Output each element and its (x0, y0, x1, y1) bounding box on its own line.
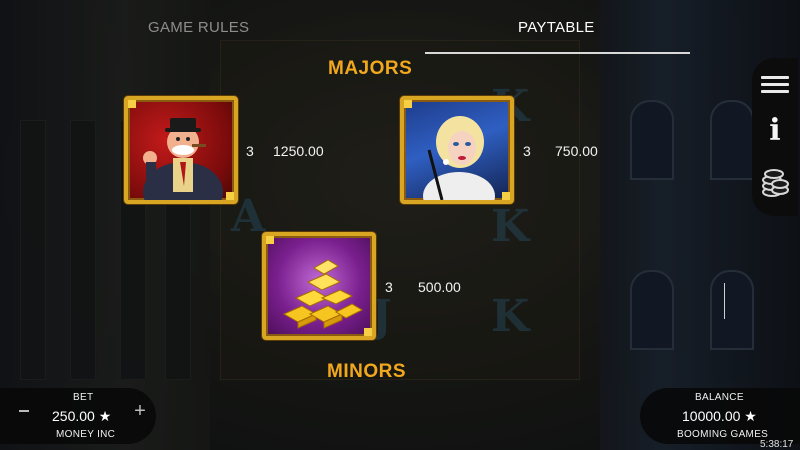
tab-paytable[interactable]: PAYTABLE (518, 19, 595, 36)
paytable-coins-button[interactable] (752, 162, 798, 202)
gold-bars-symbol (262, 232, 376, 340)
boss-pay-count: 3 (246, 143, 254, 159)
tab-game-rules[interactable]: GAME RULES (148, 19, 249, 36)
boss-character-icon (143, 118, 223, 200)
gold-bars-icon (282, 259, 364, 329)
bet-value: 250.00 ★ (52, 408, 112, 424)
side-menu: i (752, 58, 798, 216)
coins-icon (762, 169, 789, 197)
brand-name: BOOMING GAMES (677, 429, 769, 440)
lady-character-icon (423, 116, 495, 200)
minus-icon (19, 410, 29, 412)
lady-pay-value: 750.00 (555, 143, 598, 159)
lady-symbol (400, 96, 514, 204)
menu-button[interactable] (752, 64, 798, 104)
plus-icon: + (134, 400, 146, 422)
lady-pay-count: 3 (523, 143, 531, 159)
balance-label: BALANCE (695, 392, 744, 403)
game-name: MONEY INC (56, 429, 116, 440)
scrollbar[interactable] (724, 283, 725, 319)
majors-heading: MAJORS (328, 58, 413, 79)
decrease-bet-button[interactable] (15, 402, 33, 420)
balance-value: 10000.00 ★ (682, 408, 757, 424)
bet-label: BET (73, 392, 94, 403)
increase-bet-button[interactable]: + (131, 400, 149, 422)
bet-panel: BET 250.00 ★ MONEY INC + (0, 388, 156, 444)
menu-icon (761, 72, 789, 97)
gold-bars-pay-value: 500.00 (418, 279, 461, 295)
clock: 5:38:17 (760, 439, 794, 450)
info-button[interactable]: i (752, 110, 798, 150)
gold-bars-pay-count: 3 (385, 279, 393, 295)
info-icon: i (769, 112, 781, 148)
boss-symbol (124, 96, 238, 204)
minors-heading: MINORS (327, 361, 406, 382)
boss-pay-value: 1250.00 (273, 143, 324, 159)
active-tab-indicator (425, 52, 690, 54)
balance-panel: BALANCE 10000.00 ★ BOOMING GAMES (640, 388, 800, 444)
